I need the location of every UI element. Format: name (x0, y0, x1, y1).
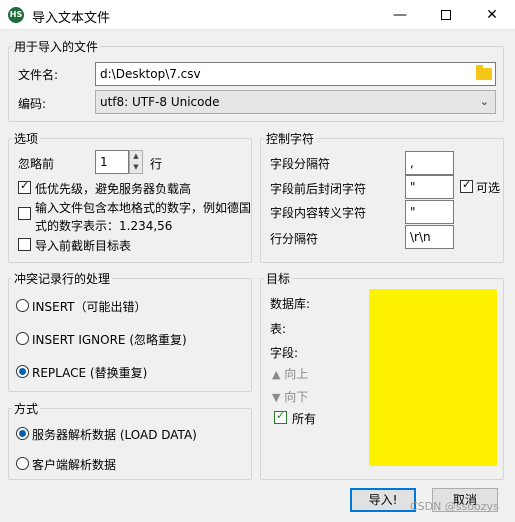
ignore-label: 忽略前 (18, 157, 55, 171)
close-button[interactable]: ✕ (469, 0, 515, 30)
folder-icon[interactable] (476, 65, 492, 80)
client-parse-label: 客户端解析数据 (32, 458, 117, 472)
encoding-value: utf8: UTF-8 Unicode (100, 95, 220, 109)
low-priority-checkbox[interactable]: ✓ (18, 179, 31, 194)
fields-label: 字段: (270, 346, 299, 360)
insert-radio[interactable] (16, 299, 29, 312)
move-down-button[interactable]: ▼ 向下 (272, 388, 308, 405)
replace-label: REPLACE (替换重复) (32, 366, 148, 380)
arrow-down-icon: ▼ (272, 391, 281, 404)
encoding-label: 编码: (18, 97, 47, 111)
method-legend: 方式 (14, 402, 39, 416)
options-legend: 选项 (14, 132, 39, 146)
field-separator-label: 字段分隔符 (270, 157, 331, 171)
check-icon: ✓ (462, 178, 472, 191)
replace-radio[interactable] (16, 365, 29, 378)
check-icon: ✓ (20, 179, 30, 192)
stepper-up-icon[interactable]: ▲ (130, 151, 142, 162)
field-separator-input[interactable]: , (405, 151, 454, 175)
local-number-checkbox[interactable] (18, 207, 31, 220)
enclose-char-label: 字段前后封闭字符 (270, 182, 367, 196)
arrow-up-icon: ▲ (272, 368, 281, 381)
insert-ignore-label: INSERT IGNORE (忽略重复) (32, 333, 187, 347)
local-number-label-line1: 输入文件包含本地格式的数字，例如德国 (35, 201, 252, 215)
low-priority-label: 低优先级，避免服务器负载高 (35, 182, 192, 196)
line-separator-input[interactable]: \r\n (405, 225, 454, 249)
move-down-label: 向下 (284, 390, 309, 404)
radio-selected-dot (19, 368, 26, 375)
watermark: CSDN @ssoozys (410, 500, 499, 513)
file-path-input[interactable]: d:\Desktop\7.csv (95, 62, 496, 86)
app-icon: HS (8, 7, 24, 23)
truncate-label: 导入前截断目标表 (35, 239, 132, 253)
conflict-legend: 冲突记录行的处理 (14, 272, 111, 286)
minimize-button[interactable]: — (377, 0, 423, 30)
maximize-button[interactable] (423, 0, 469, 30)
encoding-select[interactable]: utf8: UTF-8 Unicode ⌄ (95, 90, 496, 114)
ignore-lines-input[interactable]: 1 (95, 150, 129, 174)
target-highlight-area (369, 289, 497, 466)
file-name-label: 文件名: (18, 68, 59, 82)
file-path-value: d:\Desktop\7.csv (100, 67, 201, 81)
import-file-legend: 用于导入的文件 (14, 40, 99, 54)
control-chars-legend: 控制字符 (266, 132, 315, 146)
local-number-label-line2: 式的数字表示：1.234,56 (35, 219, 173, 233)
radio-selected-dot (19, 430, 26, 437)
optional-checkbox[interactable]: ✓ (460, 178, 473, 193)
server-parse-radio[interactable] (16, 427, 29, 440)
table-label: 表: (270, 322, 287, 336)
target-legend: 目标 (266, 272, 291, 286)
all-fields-checkbox[interactable]: ✓ (274, 409, 287, 424)
maximize-icon (441, 10, 451, 20)
move-up-button[interactable]: ▲ 向上 (272, 365, 308, 382)
title-bar: HS 导入文本文件 — ✕ (0, 0, 515, 30)
window-title: 导入文本文件 (32, 11, 111, 26)
import-button[interactable]: 导入! (350, 488, 416, 512)
line-separator-label: 行分隔符 (270, 232, 319, 246)
escape-char-input[interactable]: " (405, 200, 454, 224)
escape-char-label: 字段内容转义字符 (270, 206, 367, 220)
ignore-unit-label: 行 (150, 157, 163, 171)
all-fields-label: 所有 (292, 412, 317, 426)
enclose-char-input[interactable]: " (405, 175, 454, 199)
move-up-label: 向上 (284, 367, 309, 381)
server-parse-label: 服务器解析数据 (LOAD DATA) (32, 428, 197, 442)
ignore-lines-stepper[interactable]: ▲ ▼ (129, 150, 143, 174)
chevron-down-icon: ⌄ (479, 95, 489, 108)
insert-ignore-radio[interactable] (16, 332, 29, 345)
database-label: 数据库: (270, 297, 311, 311)
truncate-checkbox[interactable] (18, 238, 31, 251)
client-parse-radio[interactable] (16, 457, 29, 470)
check-icon: ✓ (276, 409, 286, 422)
stepper-down-icon[interactable]: ▼ (130, 162, 142, 173)
insert-label: INSERT（可能出错） (32, 300, 147, 314)
optional-label: 可选 (476, 181, 501, 195)
